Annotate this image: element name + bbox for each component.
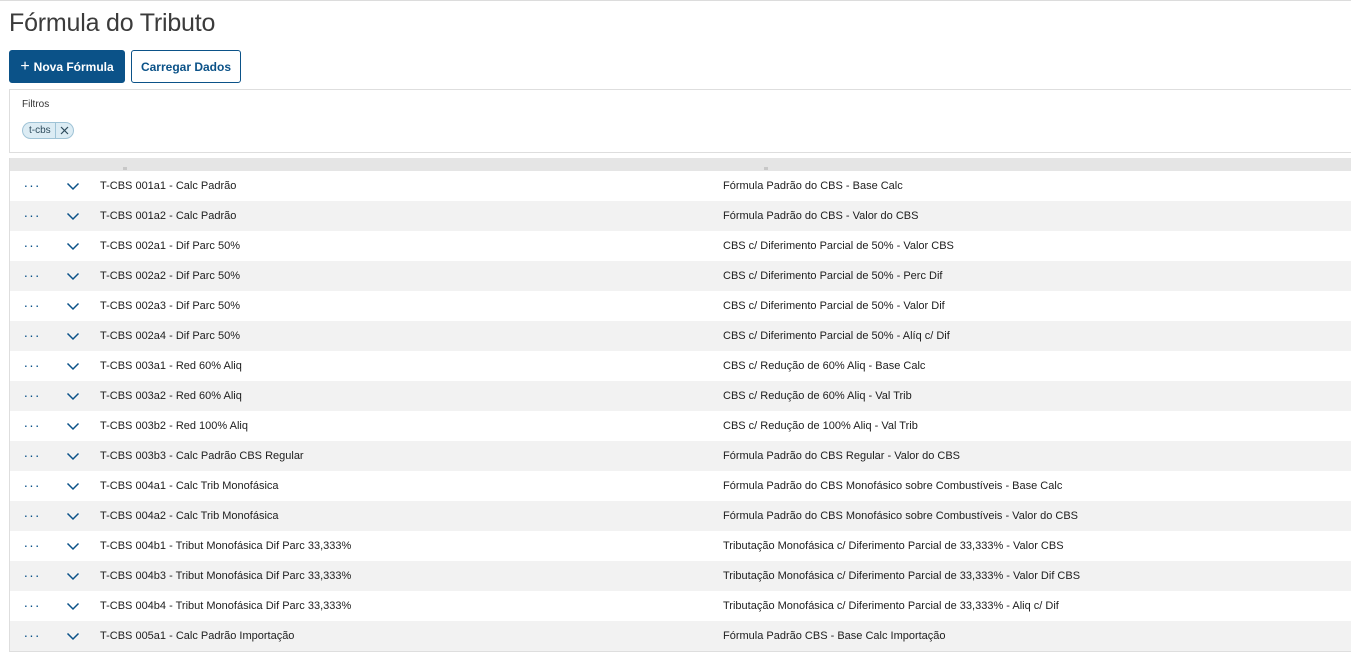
plus-icon: + [20,57,30,75]
top-divider [0,0,1351,1]
more-horizontal-icon[interactable]: ··· [10,477,54,496]
formula-description-cell: Fórmula Padrão do CBS Monofásico sobre C… [723,510,1079,522]
chevron-down-icon[interactable] [54,302,92,311]
table-row[interactable]: ··· T-CBS 003b3 - Calc Padrão CBS Regular… [10,441,1351,471]
table-row[interactable]: ··· T-CBS 004b3 - Tribut Monofásica Dif P… [10,561,1351,591]
chevron-down-icon[interactable] [54,242,92,251]
formula-description-cell: Fórmula Padrão CBS - Base Calc Importaçã… [723,630,946,642]
chevron-down-icon[interactable] [54,452,92,461]
chevron-down-icon[interactable] [54,632,92,641]
new-formula-label: Nova Fórmula [33,59,114,74]
close-icon[interactable] [56,123,73,138]
new-formula-button[interactable]: + Nova Fórmula [9,50,125,83]
table-row[interactable]: ··· T-CBS 002a2 - Dif Parc 50% CBS c/ Dife… [10,261,1351,291]
table-row[interactable]: ··· T-CBS 002a4 - Dif Parc 50% CBS c/ Dife… [10,321,1351,351]
formula-code-cell: T-CBS 002a3 - Dif Parc 50% [100,300,241,312]
formula-code-cell: T-CBS 004b1 - Tribut Monofásica Dif Parc… [100,540,352,552]
formula-table: ··· T-CBS 001a1 - Calc Padrão Fórmula Padr… [9,158,1351,652]
formula-code-cell: T-CBS 004a1 - Calc Trib Monofásica [100,480,279,492]
more-horizontal-icon[interactable]: ··· [10,507,54,526]
formula-description-cell: Tributação Monofásica c/ Diferimento Par… [723,540,1064,552]
chevron-down-icon[interactable] [54,332,92,341]
more-horizontal-icon[interactable]: ··· [10,177,54,196]
formula-description-cell: CBS c/ Redução de 60% Aliq - Base Calc [723,360,926,372]
formula-code-cell: T-CBS 003a1 - Red 60% Aliq [100,360,242,372]
formula-description-cell: Fórmula Padrão do CBS - Valor do CBS [723,210,919,222]
table-row[interactable]: ··· T-CBS 004a2 - Calc Trib Monofásica Fór… [10,501,1351,531]
table-row[interactable]: ··· T-CBS 002a1 - Dif Parc 50% CBS c/ Dife… [10,231,1351,261]
formula-description-cell: Tributação Monofásica c/ Diferimento Par… [723,570,1081,582]
filter-chip[interactable]: t-cbs [22,122,74,139]
formula-code-cell: T-CBS 003b3 - Calc Padrão CBS Regular [100,450,304,462]
chevron-down-icon[interactable] [54,602,92,611]
formula-code-cell: T-CBS 002a4 - Dif Parc 50% [100,330,241,342]
chevron-down-icon[interactable] [54,362,92,371]
formula-description-cell: Fórmula Padrão do CBS Regular - Valor do… [723,450,961,462]
filters-label: Filtros [22,99,50,110]
chevron-down-icon[interactable] [54,392,92,401]
table-row[interactable]: ··· T-CBS 003a2 - Red 60% Aliq CBS c/ Redu… [10,381,1351,411]
more-horizontal-icon[interactable]: ··· [10,207,54,226]
more-horizontal-icon[interactable]: ··· [10,417,54,436]
formula-code-cell: T-CBS 002a1 - Dif Parc 50% [100,240,241,252]
table-row[interactable]: ··· T-CBS 001a1 - Calc Padrão Fórmula Padr… [10,171,1351,201]
page-title: Fórmula do Tributo [9,9,216,37]
formula-description-cell: Tributação Monofásica c/ Diferimento Par… [723,600,1059,612]
filters-panel: Filtros t-cbs [9,89,1351,153]
more-horizontal-icon[interactable]: ··· [10,297,54,316]
header-fragment [764,167,768,170]
table-body: ··· T-CBS 001a1 - Calc Padrão Fórmula Padr… [10,171,1351,651]
chevron-down-icon[interactable] [54,212,92,221]
toolbar: + Nova Fórmula Carregar Dados [9,50,241,83]
table-row[interactable]: ··· T-CBS 004a1 - Calc Trib Monofásica Fór… [10,471,1351,501]
chevron-down-icon[interactable] [54,512,92,521]
formula-code-cell: T-CBS 003b2 - Red 100% Aliq [100,420,248,432]
formula-description-cell: CBS c/ Redução de 60% Aliq - Val Trib [723,390,912,402]
chevron-down-icon[interactable] [54,182,92,191]
more-horizontal-icon[interactable]: ··· [10,627,54,646]
load-data-button[interactable]: Carregar Dados [131,50,241,83]
table-row[interactable]: ··· T-CBS 003b2 - Red 100% Aliq CBS c/ Red… [10,411,1351,441]
formula-description-cell: CBS c/ Diferimento Parcial de 50% - Valo… [723,240,954,252]
formula-code-cell: T-CBS 005a1 - Calc Padrão Importação [100,630,295,642]
formula-code-cell: T-CBS 003a2 - Red 60% Aliq [100,390,242,402]
chevron-down-icon[interactable] [54,572,92,581]
more-horizontal-icon[interactable]: ··· [10,327,54,346]
more-horizontal-icon[interactable]: ··· [10,537,54,556]
formula-code-cell: T-CBS 004a2 - Calc Trib Monofásica [100,510,279,522]
table-row[interactable]: ··· T-CBS 005a1 - Calc Padrão Importação F… [10,621,1351,651]
table-row[interactable]: ··· T-CBS 003a1 - Red 60% Aliq CBS c/ Redu… [10,351,1351,381]
more-horizontal-icon[interactable]: ··· [10,267,54,286]
formula-code-cell: T-CBS 001a2 - Calc Padrão [100,210,237,222]
table-header [10,158,1351,171]
chevron-down-icon[interactable] [54,542,92,551]
formula-code-cell: T-CBS 002a2 - Dif Parc 50% [100,270,241,282]
more-horizontal-icon[interactable]: ··· [10,447,54,466]
more-horizontal-icon[interactable]: ··· [10,237,54,256]
table-row[interactable]: ··· T-CBS 004b1 - Tribut Monofásica Dif P… [10,531,1351,561]
formula-code-cell: T-CBS 004b4 - Tribut Monofásica Dif Parc… [100,600,352,612]
more-horizontal-icon[interactable]: ··· [10,597,54,616]
more-horizontal-icon[interactable]: ··· [10,357,54,376]
formula-description-cell: Fórmula Padrão do CBS Monofásico sobre C… [723,480,1063,492]
chevron-down-icon[interactable] [54,422,92,431]
chevron-down-icon[interactable] [54,272,92,281]
more-horizontal-icon[interactable]: ··· [10,387,54,406]
formula-description-cell: CBS c/ Diferimento Parcial de 50% - Alíq… [723,330,950,342]
more-horizontal-icon[interactable]: ··· [10,567,54,586]
table-row[interactable]: ··· T-CBS 002a3 - Dif Parc 50% CBS c/ Dife… [10,291,1351,321]
formula-code-cell: T-CBS 001a1 - Calc Padrão [100,180,237,192]
header-fragment [123,167,127,170]
table-row[interactable]: ··· T-CBS 004b4 - Tribut Monofásica Dif P… [10,591,1351,621]
chevron-down-icon[interactable] [54,482,92,491]
page: Fórmula do Tributo + Nova Fórmula Carreg… [0,0,1351,657]
table-row[interactable]: ··· T-CBS 001a2 - Calc Padrão Fórmula Padr… [10,201,1351,231]
filter-chip-label: t-cbs [29,123,56,138]
formula-description-cell: CBS c/ Diferimento Parcial de 50% - Valo… [723,300,945,312]
formula-code-cell: T-CBS 004b3 - Tribut Monofásica Dif Parc… [100,570,352,582]
formula-description-cell: CBS c/ Diferimento Parcial de 50% - Perc… [723,270,943,282]
formula-description-cell: Fórmula Padrão do CBS - Base Calc [723,180,903,192]
formula-description-cell: CBS c/ Redução de 100% Aliq - Val Trib [723,420,918,432]
